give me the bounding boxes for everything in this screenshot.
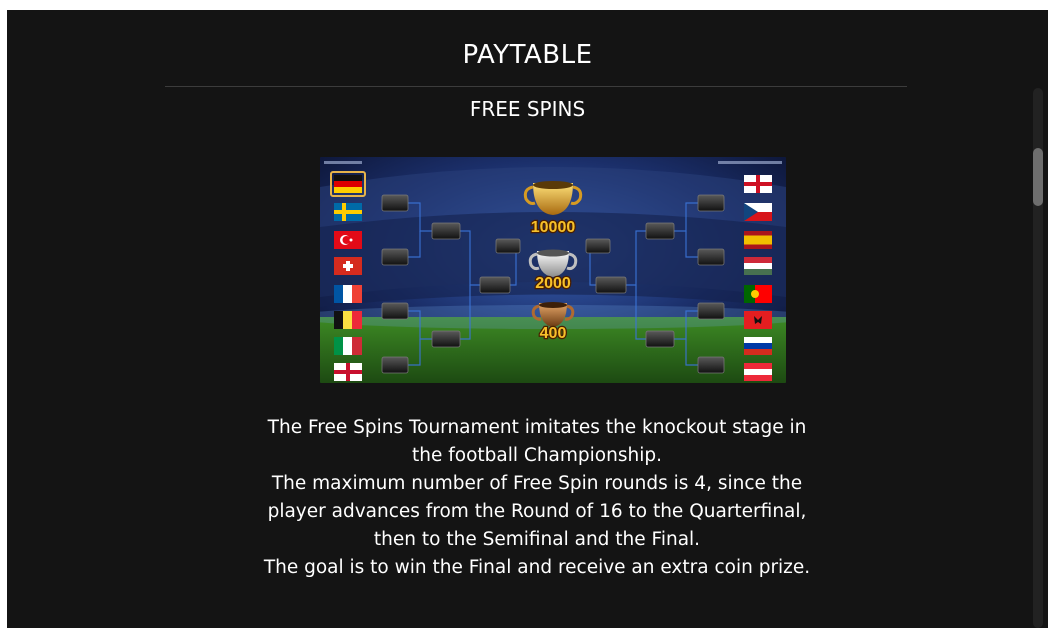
germany-flag-icon — [330, 171, 366, 197]
albania-flag-icon — [744, 311, 772, 329]
free-spins-description: The Free Spins Tournament imitates the k… — [167, 414, 907, 582]
prize-quarterfinal: 400 — [540, 325, 567, 342]
description-line: then to the Semifinal and the Final. — [373, 529, 701, 550]
france-flag-icon — [334, 285, 362, 303]
prize-final: 10000 — [531, 219, 576, 236]
description-line: the football Championship. — [412, 445, 662, 466]
sweden-flag-icon — [334, 203, 362, 221]
hungary-flag-icon — [744, 257, 772, 275]
description-line: player advances from the Round of 16 to … — [267, 501, 807, 522]
spain-flag-icon — [744, 231, 772, 249]
title-divider — [165, 86, 907, 87]
austria-flag-icon — [744, 363, 772, 381]
section-title: FREE SPINS — [469, 97, 586, 121]
portugal-flag-icon — [744, 285, 772, 303]
description-line: The maximum number of Free Spin rounds i… — [271, 473, 803, 494]
czech-flag-icon — [744, 203, 772, 221]
description-line: The Free Spins Tournament imitates the k… — [267, 417, 807, 438]
tournament-bracket-image: 10000 2000 400 — [320, 157, 786, 383]
scrollbar-thumb[interactable] — [1033, 148, 1043, 206]
description-line: The goal is to win the Final and receive… — [263, 557, 811, 578]
england-flag-icon — [744, 175, 772, 193]
prize-semifinal: 2000 — [535, 275, 571, 292]
page-title: PAYTABLE — [462, 40, 593, 70]
paytable-panel: PAYTABLE FREE SPINS 10000 2000 400 The F… — [7, 10, 1048, 628]
italy-flag-icon — [334, 337, 362, 355]
russia-flag-icon — [744, 337, 772, 355]
belgium-flag-icon — [334, 311, 362, 329]
turkey-flag-icon — [334, 231, 362, 249]
switzerland-flag-icon — [334, 257, 362, 275]
northern-ireland-flag-icon — [334, 363, 362, 381]
